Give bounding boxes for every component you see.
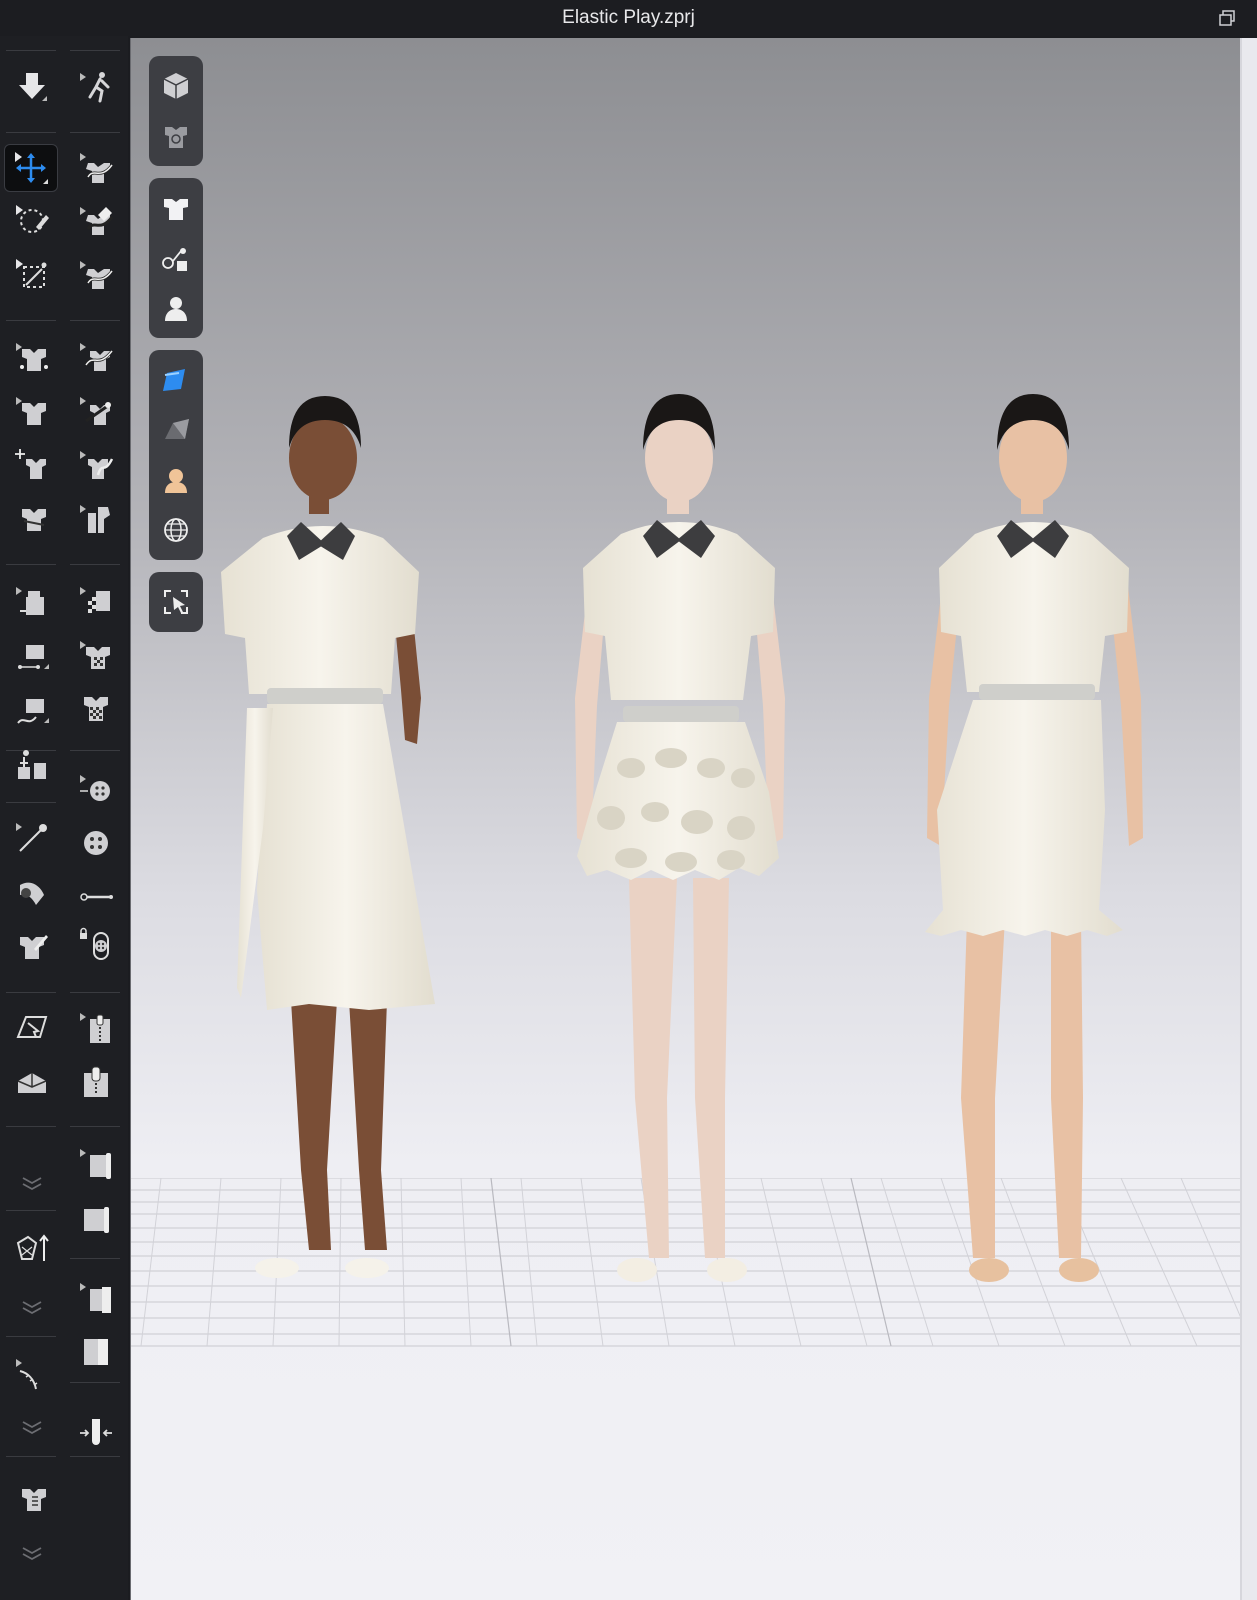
avatar-3[interactable] (925, 394, 1143, 1282)
texture-transform-icon[interactable] (70, 578, 122, 624)
view-3d-cube-icon[interactable] (156, 66, 196, 106)
fabric-pattern-icon[interactable] (70, 632, 122, 678)
view-toolbar-group-1 (149, 56, 203, 166)
shirt-icon[interactable] (156, 188, 196, 228)
pin-icon[interactable] (6, 814, 58, 860)
view-toolbar-group-3 (149, 350, 203, 560)
sewing-curve-icon[interactable] (6, 686, 58, 732)
avatar-pose-icon[interactable] (70, 64, 122, 110)
pattern-piece-icon[interactable] (70, 496, 122, 542)
view-toolbar-group-4 (149, 572, 203, 632)
tack-icon[interactable] (6, 740, 58, 786)
button-icon[interactable] (70, 820, 122, 866)
view-toolbar-group-2 (149, 178, 203, 338)
window-title: Elastic Play.zprj (562, 7, 695, 28)
sewing-free-icon[interactable] (6, 632, 58, 678)
curve-move-icon[interactable] (70, 334, 122, 380)
transform-pattern-icon[interactable] (4, 144, 58, 192)
measure-up-icon[interactable] (6, 1224, 58, 1270)
shade-icon[interactable] (156, 410, 196, 450)
edit-curve-point-icon[interactable] (70, 198, 122, 244)
trim-icon[interactable] (156, 238, 196, 278)
chevron-down-icon[interactable] (6, 1284, 58, 1330)
checker-garment-icon[interactable] (70, 686, 122, 732)
buttonhole-icon[interactable] (70, 874, 122, 920)
shrink-icon[interactable] (70, 1406, 122, 1452)
globe-icon[interactable] (156, 510, 196, 550)
fabric-render-icon[interactable] (156, 360, 196, 400)
avatar-move-down-icon[interactable] (6, 64, 58, 110)
3d-viewport[interactable] (130, 38, 1241, 1600)
rectangle-tool-icon[interactable] (70, 1328, 122, 1374)
viewport-right-edge (1240, 38, 1257, 1600)
tape-measure-icon[interactable] (6, 1350, 58, 1396)
fold-arrange-icon[interactable] (6, 1058, 58, 1104)
edit-texture-icon[interactable] (6, 922, 58, 968)
tool-strip (0, 36, 128, 1600)
box-select-icon[interactable] (6, 252, 58, 298)
restore-window-icon[interactable] (1219, 10, 1235, 26)
chevron-down-icon[interactable] (6, 1404, 58, 1450)
fold-box-icon[interactable] (70, 1194, 122, 1240)
stitch-roll-icon[interactable] (6, 868, 58, 914)
chevron-down-icon[interactable] (6, 1530, 58, 1576)
skin-icon[interactable] (156, 460, 196, 500)
garment-edit-icon[interactable] (6, 388, 58, 434)
garment-point-icon[interactable] (6, 334, 58, 380)
chevron-down-icon[interactable] (6, 1160, 58, 1206)
zipper-icon[interactable] (70, 1004, 122, 1050)
fit-map-icon[interactable] (6, 1476, 58, 1522)
garment-fold-icon[interactable] (6, 496, 58, 542)
avatar-scene (221, 394, 1143, 1282)
avatar-1[interactable] (221, 396, 435, 1278)
select-screen-icon[interactable] (156, 582, 196, 622)
edit-curve-icon[interactable] (70, 144, 122, 190)
title-bar: Elastic Play.zprj (0, 0, 1257, 36)
garment-view-icon[interactable] (156, 116, 196, 156)
sewing-segment-icon[interactable] (6, 578, 58, 624)
strap-icon[interactable] (70, 1274, 122, 1320)
puckering-icon[interactable] (70, 1140, 122, 1186)
garment-transform-icon[interactable] (6, 442, 58, 488)
export-icon[interactable] (6, 1004, 58, 1050)
curve-edit-icon[interactable] (70, 442, 122, 488)
avatar-2[interactable] (575, 394, 785, 1282)
avatar-icon[interactable] (156, 288, 196, 328)
button-add-icon[interactable] (70, 766, 122, 812)
lock-button-icon[interactable] (70, 922, 122, 968)
lasso-select-icon[interactable] (6, 198, 58, 244)
curve-point-icon[interactable] (70, 388, 122, 434)
edit-curve-add-icon[interactable] (70, 252, 122, 298)
zipper-pull-icon[interactable] (70, 1058, 122, 1104)
